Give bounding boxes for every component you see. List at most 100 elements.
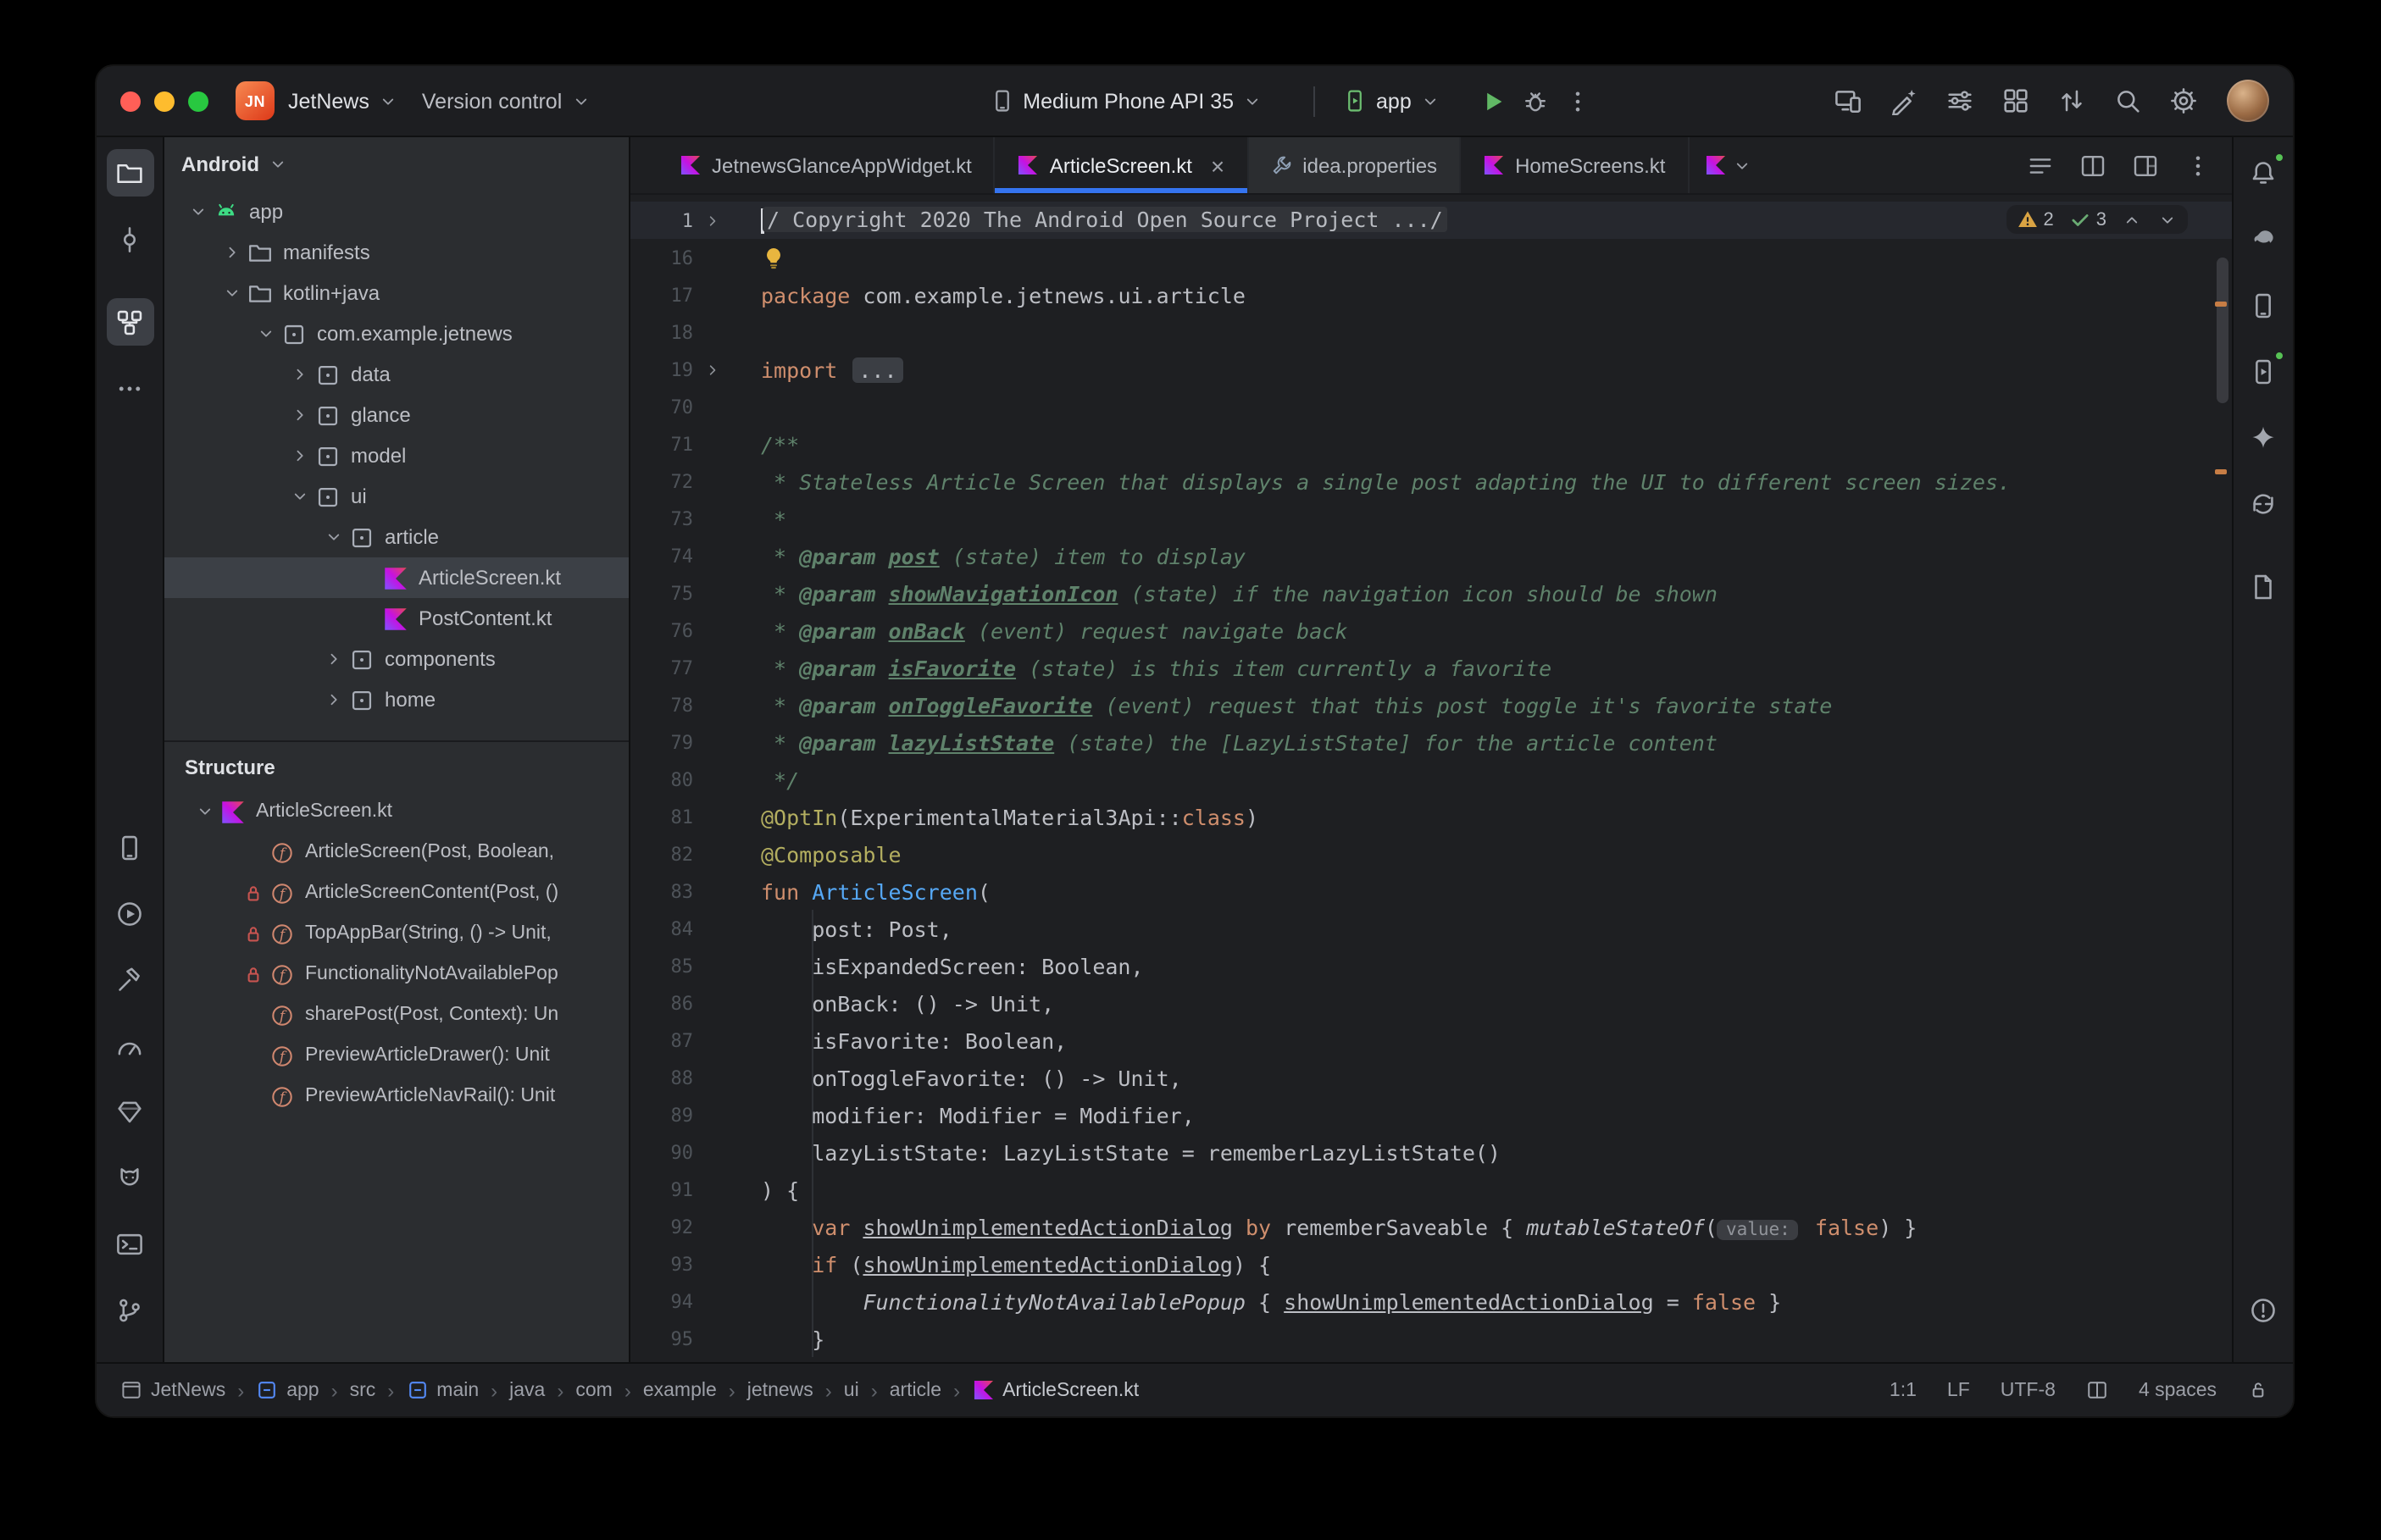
tree-twisty-icon[interactable] xyxy=(286,483,314,510)
code-line[interactable]: 88 onToggleFavorite: () -> Unit, xyxy=(630,1059,2232,1096)
structure-item[interactable]: ArticleScreen.kt xyxy=(164,791,629,832)
code-line[interactable]: 84 post: Post, xyxy=(630,910,2232,947)
project-tree-item[interactable]: kotlin+java xyxy=(164,273,629,313)
device-selector[interactable]: Medium Phone API 35 xyxy=(989,88,1263,114)
more-tools-icon[interactable] xyxy=(106,364,153,412)
code-line[interactable]: 78 * @param onToggleFavorite (event) req… xyxy=(630,686,2232,723)
code-line[interactable]: 17package com.example.jetnews.ui.article xyxy=(630,276,2232,313)
tree-twisty-icon[interactable] xyxy=(219,280,246,307)
project-panel-header[interactable]: Android xyxy=(164,137,629,191)
code-line[interactable]: 91) { xyxy=(630,1171,2232,1208)
line-number[interactable]: 94 xyxy=(630,1290,693,1312)
line-number[interactable]: 77 xyxy=(630,656,693,679)
tree-twisty-icon[interactable] xyxy=(191,798,219,825)
more-vertical-icon[interactable] xyxy=(2184,152,2212,179)
project-tool-icon[interactable] xyxy=(106,149,153,197)
tree-twisty-icon[interactable] xyxy=(320,686,347,713)
line-number[interactable]: 79 xyxy=(630,731,693,753)
tree-twisty-icon[interactable] xyxy=(185,198,212,225)
avatar[interactable] xyxy=(2227,80,2269,122)
breadcrumb-item[interactable]: ArticleScreen.kt xyxy=(972,1379,1139,1401)
line-number[interactable]: 87 xyxy=(630,1029,693,1051)
prev-issue-icon[interactable] xyxy=(2122,209,2142,230)
line-number[interactable]: 18 xyxy=(630,321,693,343)
code-line[interactable]: 70 xyxy=(630,388,2232,425)
code-line[interactable]: 80 */ xyxy=(630,761,2232,798)
structure-item[interactable]: fFunctionalityNotAvailablePop xyxy=(164,954,629,994)
line-number[interactable]: 84 xyxy=(630,917,693,939)
lock-icon[interactable] xyxy=(2247,1379,2269,1401)
file-encoding[interactable]: UTF-8 xyxy=(2001,1380,2056,1400)
tree-twisty-icon[interactable] xyxy=(320,645,347,673)
app-logo[interactable]: JN xyxy=(236,81,275,120)
project-tree-item[interactable]: com.example.jetnews xyxy=(164,313,629,354)
line-number[interactable]: 1 xyxy=(630,209,693,231)
notifications-icon[interactable] xyxy=(2239,149,2287,197)
build-tool-icon[interactable] xyxy=(106,956,153,1003)
plugins-icon[interactable] xyxy=(1993,78,2039,124)
line-number[interactable]: 95 xyxy=(630,1327,693,1349)
zoom-window-button[interactable] xyxy=(188,91,208,111)
code-line[interactable]: 87 isFavorite: Boolean, xyxy=(630,1022,2232,1059)
structure-item[interactable]: fPreviewArticleNavRail(): Unit xyxy=(164,1076,629,1116)
editor-tab[interactable]: HomeScreens.kt xyxy=(1461,137,1689,193)
gradle-tool-icon[interactable] xyxy=(2239,215,2287,263)
line-number[interactable]: 78 xyxy=(630,694,693,716)
structure-item[interactable]: fArticleScreenContent(Post, () xyxy=(164,872,629,913)
project-tree-item[interactable]: manifests xyxy=(164,232,629,273)
next-issue-icon[interactable] xyxy=(2157,209,2178,230)
running-devices-icon[interactable] xyxy=(2239,347,2287,395)
warnings-count[interactable]: 2 xyxy=(2017,208,2054,230)
breadcrumb-item[interactable]: app xyxy=(256,1379,319,1401)
settings-icon[interactable] xyxy=(2161,78,2206,124)
code-line[interactable]: 71/** xyxy=(630,425,2232,463)
code-line[interactable]: 73 * xyxy=(630,500,2232,537)
terminal-tool-icon[interactable] xyxy=(106,1220,153,1267)
editor-tab[interactable]: JetnewsGlanceAppWidget.kt xyxy=(658,137,996,193)
line-number[interactable]: 92 xyxy=(630,1216,693,1238)
line-number[interactable]: 17 xyxy=(630,284,693,306)
run-tool-icon[interactable] xyxy=(106,889,153,937)
breadcrumb-item[interactable]: example xyxy=(643,1380,717,1400)
profiler-tool-icon[interactable] xyxy=(106,1022,153,1069)
code-line[interactable]: 75 * @param showNavigationIcon (state) i… xyxy=(630,574,2232,612)
tree-twisty-icon[interactable] xyxy=(286,361,314,388)
structure-item[interactable]: fPreviewArticleDrawer(): Unit xyxy=(164,1035,629,1076)
line-number[interactable]: 16 xyxy=(630,247,693,269)
code-line[interactable]: 82@Composable xyxy=(630,835,2232,872)
tree-twisty-icon[interactable] xyxy=(253,320,280,347)
breadcrumb-item[interactable]: article xyxy=(890,1380,941,1400)
breadcrumb-item[interactable]: ui xyxy=(844,1380,859,1400)
project-tree-item[interactable]: glance xyxy=(164,395,629,435)
code-line[interactable]: 86 onBack: () -> Unit, xyxy=(630,984,2232,1022)
line-number[interactable]: 93 xyxy=(630,1253,693,1275)
project-tree-item[interactable]: PostContent.kt xyxy=(164,598,629,639)
line-separator[interactable]: LF xyxy=(1947,1380,1970,1400)
app-quality-insights-icon[interactable] xyxy=(106,1088,153,1135)
code-line[interactable]: 92 var showUnimplementedActionDialog by … xyxy=(630,1208,2232,1245)
sync-tool-icon[interactable] xyxy=(2239,479,2287,527)
hidden-tabs-dropdown[interactable] xyxy=(1689,137,1767,193)
line-number[interactable]: 88 xyxy=(630,1066,693,1089)
breadcrumb-item[interactable]: jetnews xyxy=(747,1380,813,1400)
code-line[interactable]: 18 xyxy=(630,313,2232,351)
structure-tool-icon[interactable] xyxy=(106,298,153,346)
project-tree-item[interactable]: home xyxy=(164,679,629,720)
warning-stripe-mark[interactable] xyxy=(2215,469,2227,474)
device-streaming-icon[interactable] xyxy=(1825,78,1871,124)
line-number[interactable]: 89 xyxy=(630,1104,693,1126)
device-manager-icon[interactable] xyxy=(2239,281,2287,329)
code-line[interactable]: 72 * Stateless Article Screen that displ… xyxy=(630,463,2232,500)
line-number[interactable]: 74 xyxy=(630,545,693,567)
line-number[interactable]: 71 xyxy=(630,433,693,455)
device-explorer-icon[interactable] xyxy=(106,823,153,871)
project-tree-item[interactable]: data xyxy=(164,354,629,395)
structure-item[interactable]: fArticleScreen(Post, Boolean, xyxy=(164,832,629,872)
line-number[interactable]: 85 xyxy=(630,955,693,977)
line-number[interactable]: 70 xyxy=(630,396,693,418)
line-number[interactable]: 73 xyxy=(630,507,693,529)
line-number[interactable]: 80 xyxy=(630,768,693,790)
gemini-icon[interactable] xyxy=(2239,413,2287,461)
ai-assist-icon[interactable] xyxy=(1881,78,1927,124)
structure-item[interactable]: fsharePost(Post, Context): Un xyxy=(164,994,629,1035)
